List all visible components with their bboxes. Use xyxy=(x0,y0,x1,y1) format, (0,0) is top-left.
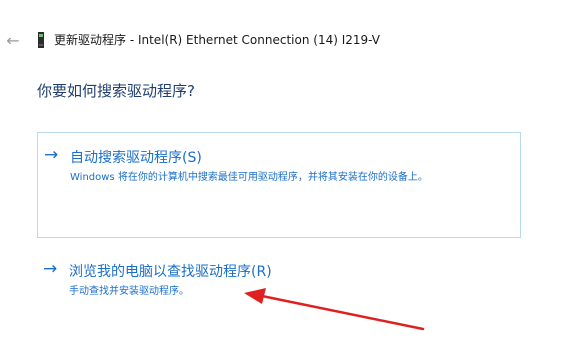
arrow-right-icon: → xyxy=(44,145,59,165)
auto-search-title[interactable]: 自动搜索驱动程序(S) xyxy=(70,147,202,167)
auto-search-option[interactable]: → 自动搜索驱动程序(S) Windows 将在你的计算机中搜索最佳可用驱动程序… xyxy=(37,132,521,238)
browse-computer-description: 手动查找并安装驱动程序。 xyxy=(69,286,189,297)
auto-search-description: Windows 将在你的计算机中搜索最佳可用驱动程序，并将其安装在你的设备上。 xyxy=(70,172,428,183)
update-driver-window: ← 更新驱动程序 - Intel(R) Ethernet Connection … xyxy=(0,0,579,358)
titlebar: ← 更新驱动程序 - Intel(R) Ethernet Connection … xyxy=(0,28,579,52)
browse-computer-title[interactable]: 浏览我的电脑以查找驱动程序(R) xyxy=(69,261,272,281)
network-adapter-icon xyxy=(38,32,44,48)
browse-computer-option[interactable]: → 浏览我的电脑以查找驱动程序(R) 手动查找并安装驱动程序。 xyxy=(37,254,521,304)
back-arrow-icon[interactable]: ← xyxy=(4,28,22,52)
page-heading: 你要如何搜索驱动程序? xyxy=(37,82,195,100)
arrow-right-icon: → xyxy=(43,259,58,279)
window-title: 更新驱动程序 - Intel(R) Ethernet Connection (1… xyxy=(54,33,380,47)
